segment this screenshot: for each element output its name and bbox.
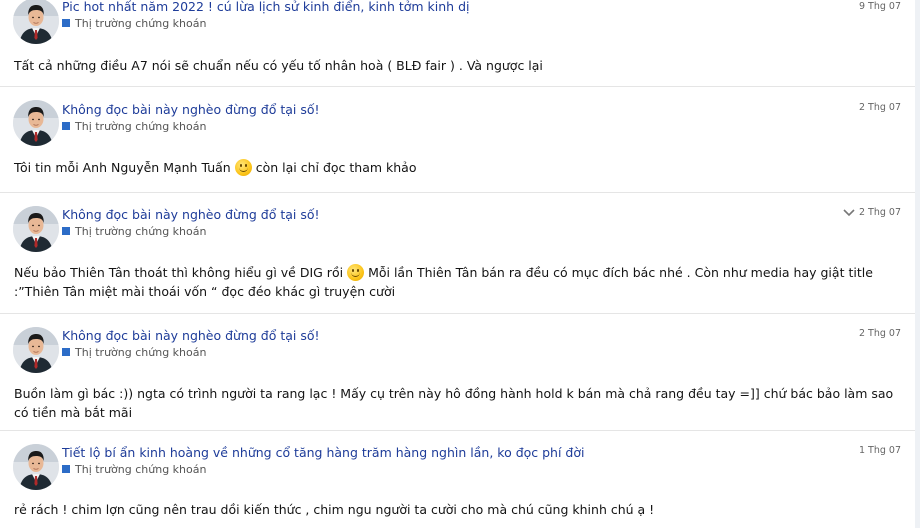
smile-emoji-icon — [347, 264, 365, 281]
post-body-text: Nếu bảo Thiên Tân thoát thì không hiểu g… — [14, 265, 344, 280]
post-item: Tiết lộ bí ẩn kinh hoàng về những cổ tăn… — [0, 430, 915, 528]
post-item: Không đọc bài này nghèo đừng đổ tại số! … — [0, 313, 915, 431]
avatar[interactable] — [13, 100, 59, 146]
category-square-icon — [62, 227, 70, 235]
post-date: 2 Thg 07 — [858, 328, 901, 339]
avatar[interactable] — [13, 444, 59, 490]
post-body: Tôi tin mỗi Anh Nguyễn Mạnh Tuấn còn lại … — [14, 158, 909, 177]
post-title[interactable]: Không đọc bài này nghèo đừng đổ tại số! — [62, 207, 320, 222]
post-title[interactable]: Tiết lộ bí ẩn kinh hoàng về những cổ tăn… — [62, 445, 584, 460]
category-square-icon — [62, 465, 70, 473]
category-label: Thị trường chứng khoán — [75, 346, 207, 359]
post-title[interactable]: Không đọc bài này nghèo đừng đổ tại số! — [62, 102, 320, 117]
post-body-text: rẻ rách ! chim lợn cũng nên trau dồi kiế… — [14, 502, 655, 517]
post-body: rẻ rách ! chim lợn cũng nên trau dồi kiế… — [14, 500, 909, 519]
post-title[interactable]: Pic hot nhất năm 2022 ! cú lừa lịch sử k… — [62, 0, 470, 14]
post-body-text: Buồn làm gì bác :)) ngta có trình người … — [14, 386, 894, 420]
post-item: Không đọc bài này nghèo đừng đổ tại số! … — [0, 86, 915, 193]
post-date: 9 Thg 07 — [858, 1, 901, 12]
chevron-down-icon[interactable] — [843, 208, 855, 218]
avatar[interactable] — [13, 206, 59, 252]
post-item: Pic hot nhất năm 2022 ! cú lừa lịch sử k… — [0, 0, 915, 87]
post-item: Không đọc bài này nghèo đừng đổ tại số! … — [0, 192, 915, 314]
post-body-text: Tất cả những điều A7 nói sẽ chuẩn nếu có… — [14, 58, 543, 73]
post-category[interactable]: Thị trường chứng khoán — [62, 17, 206, 30]
category-square-icon — [62, 348, 70, 356]
post-date: 2 Thg 07 — [858, 207, 901, 218]
post-feed: Pic hot nhất năm 2022 ! cú lừa lịch sử k… — [0, 0, 915, 528]
post-category[interactable]: Thị trường chứng khoán — [62, 463, 206, 476]
post-date: 2 Thg 07 — [858, 102, 901, 113]
post-category[interactable]: Thị trường chứng khoán — [62, 120, 206, 133]
category-label: Thị trường chứng khoán — [75, 17, 207, 30]
post-category[interactable]: Thị trường chứng khoán — [62, 225, 206, 238]
category-label: Thị trường chứng khoán — [75, 120, 207, 133]
category-square-icon — [62, 19, 70, 27]
smile-emoji-icon — [234, 159, 252, 176]
post-body-text: Tôi tin mỗi Anh Nguyễn Mạnh Tuấn — [14, 160, 231, 175]
category-label: Thị trường chứng khoán — [75, 225, 207, 238]
post-body: Tất cả những điều A7 nói sẽ chuẩn nếu có… — [14, 56, 909, 75]
post-body-text: còn lại chỉ đọc tham khảo — [255, 160, 417, 175]
post-title[interactable]: Không đọc bài này nghèo đừng đổ tại số! — [62, 328, 320, 343]
avatar[interactable] — [13, 0, 59, 44]
category-square-icon — [62, 122, 70, 130]
post-body: Buồn làm gì bác :)) ngta có trình người … — [14, 384, 909, 422]
post-date: 1 Thg 07 — [858, 445, 901, 456]
avatar[interactable] — [13, 327, 59, 373]
scrollbar[interactable] — [915, 0, 920, 528]
post-category[interactable]: Thị trường chứng khoán — [62, 346, 206, 359]
category-label: Thị trường chứng khoán — [75, 463, 207, 476]
post-body: Nếu bảo Thiên Tân thoát thì không hiểu g… — [14, 263, 909, 301]
